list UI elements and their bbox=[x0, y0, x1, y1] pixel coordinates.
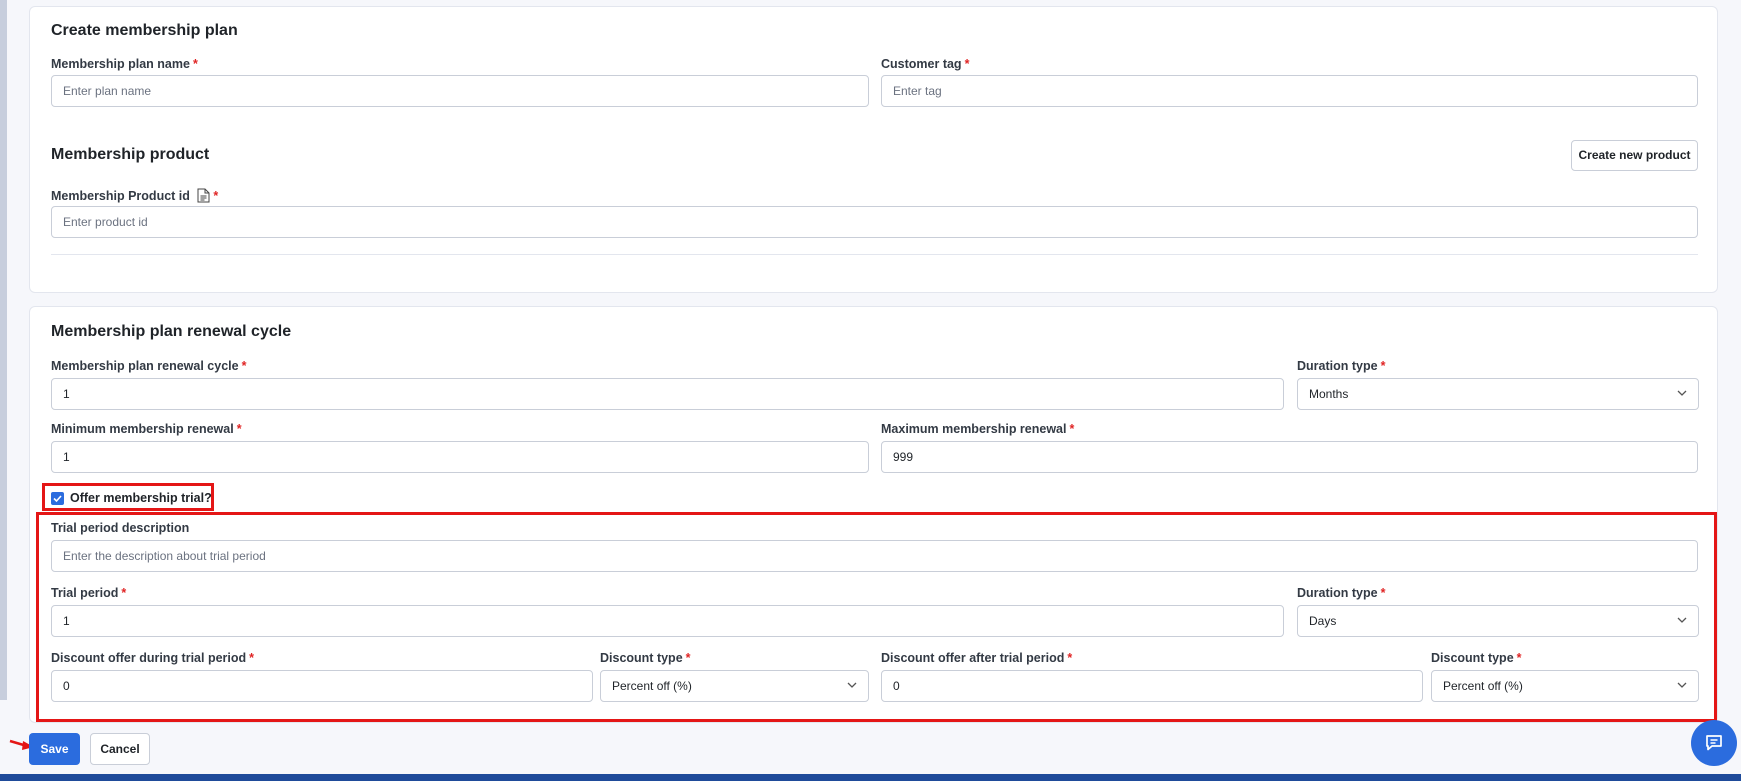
plan-name-label: Membership plan name * bbox=[51, 57, 198, 71]
max-renewal-label: Maximum membership renewal * bbox=[881, 422, 1075, 436]
renewal-cycle-label: Membership plan renewal cycle * bbox=[51, 359, 247, 373]
discount-type-during-select[interactable]: Percent off (%) bbox=[600, 670, 869, 702]
product-id-label: Membership Product id * bbox=[51, 188, 218, 206]
duration-type-label: Duration type * bbox=[1297, 359, 1386, 373]
chat-icon bbox=[1706, 735, 1722, 751]
section-divider bbox=[51, 254, 1698, 255]
discount-during-input[interactable]: 0 bbox=[51, 670, 593, 702]
section-title-create-plan: Create membership plan bbox=[51, 22, 238, 39]
save-button[interactable]: Save bbox=[29, 733, 80, 765]
trial-description-label: Trial period description bbox=[51, 521, 190, 535]
product-id-input[interactable]: Enter product id bbox=[51, 206, 1698, 238]
check-icon bbox=[53, 495, 62, 503]
chevron-down-icon bbox=[847, 682, 857, 688]
trial-description-input[interactable]: Enter the description about trial period bbox=[51, 540, 1698, 572]
renewal-cycle-card: Membership plan renewal cycle Membership… bbox=[29, 306, 1718, 723]
left-scroll-area bbox=[0, 0, 7, 700]
chevron-down-icon bbox=[1677, 617, 1687, 623]
document-icon[interactable] bbox=[197, 188, 210, 206]
trial-period-input[interactable]: 1 bbox=[51, 605, 1284, 637]
section-title-renewal-cycle: Membership plan renewal cycle bbox=[51, 323, 292, 340]
footer-bar bbox=[0, 774, 1741, 781]
trial-duration-type-label: Duration type * bbox=[1297, 586, 1386, 600]
section-title-membership-product: Membership product bbox=[51, 146, 210, 163]
chat-button[interactable] bbox=[1691, 720, 1737, 766]
min-renewal-input[interactable]: 1 bbox=[51, 441, 869, 473]
chevron-down-icon bbox=[1677, 390, 1687, 396]
trial-period-label: Trial period * bbox=[51, 586, 127, 600]
discount-type-during-label: Discount type * bbox=[600, 651, 691, 665]
plan-details-card: Create membership plan Membership plan n… bbox=[29, 6, 1718, 293]
offer-trial-checkbox[interactable] bbox=[51, 492, 64, 505]
min-renewal-label: Minimum membership renewal * bbox=[51, 422, 242, 436]
customer-tag-label: Customer tag * bbox=[881, 57, 970, 71]
offer-trial-label[interactable]: Offer membership trial? bbox=[70, 491, 212, 505]
chevron-down-icon bbox=[1677, 682, 1687, 688]
discount-after-input[interactable]: 0 bbox=[881, 670, 1423, 702]
discount-after-label: Discount offer after trial period * bbox=[881, 651, 1073, 665]
discount-type-after-label: Discount type * bbox=[1431, 651, 1522, 665]
renewal-cycle-input[interactable]: 1 bbox=[51, 378, 1284, 410]
scrollbar-thumb[interactable] bbox=[0, 0, 7, 700]
discount-during-label: Discount offer during trial period * bbox=[51, 651, 255, 665]
discount-type-after-select[interactable]: Percent off (%) bbox=[1431, 670, 1699, 702]
max-renewal-input[interactable]: 999 bbox=[881, 441, 1698, 473]
duration-type-select[interactable]: Months bbox=[1297, 378, 1699, 410]
customer-tag-input[interactable]: Enter tag bbox=[881, 75, 1698, 107]
cancel-button[interactable]: Cancel bbox=[90, 733, 150, 765]
plan-name-input[interactable]: Enter plan name bbox=[51, 75, 869, 107]
create-new-product-button[interactable]: Create new product bbox=[1571, 140, 1698, 171]
trial-duration-type-select[interactable]: Days bbox=[1297, 605, 1699, 637]
